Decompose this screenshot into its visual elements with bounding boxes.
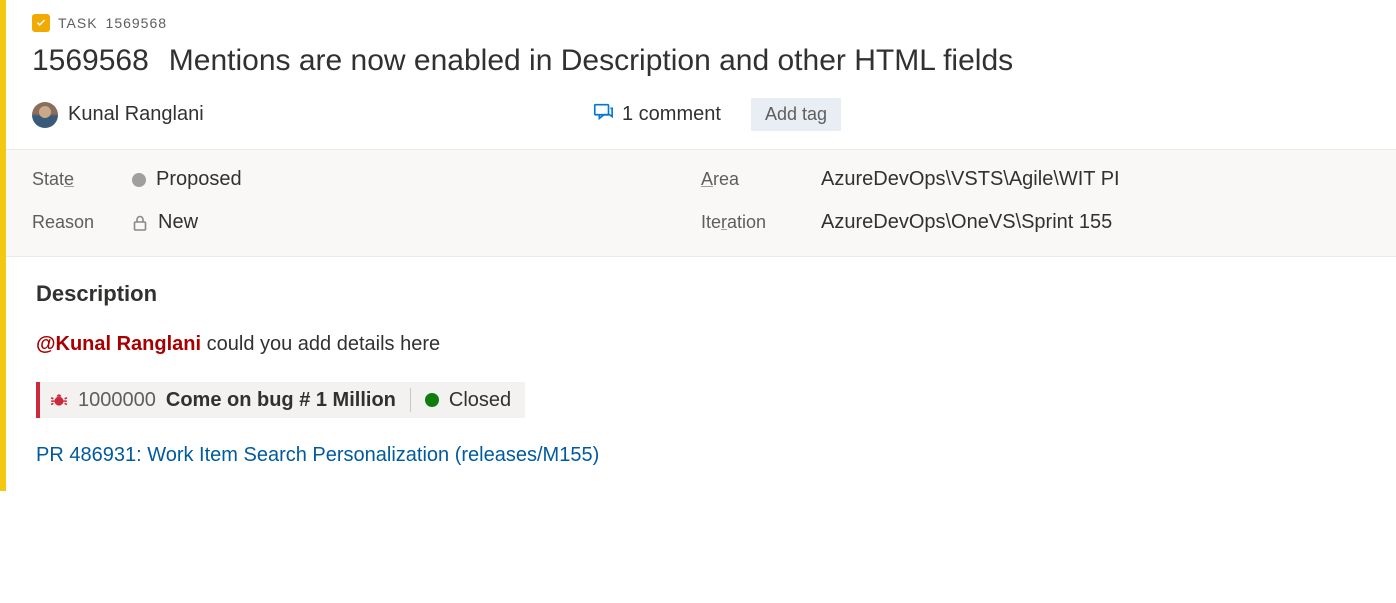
add-tag-button[interactable]: Add tag (751, 98, 841, 131)
state-dot-icon (132, 173, 146, 187)
comments-link[interactable]: 1 comment (592, 101, 721, 129)
reason-value: New (158, 211, 198, 234)
description-text: could you add details here (201, 333, 440, 355)
reason-label: Reason (32, 212, 132, 233)
work-item-header: TASK 1569568 1569568 Mentions are now en… (6, 0, 1396, 149)
task-icon (32, 14, 50, 32)
meta-row: Kunal Ranglani 1 comment Add tag (32, 98, 1370, 131)
area-label: Area (701, 169, 821, 190)
description-section: Description @Kunal Ranglani could you ad… (6, 257, 1396, 491)
linked-item-id: 1000000 (78, 389, 156, 412)
state-field[interactable]: State Proposed (32, 168, 701, 191)
linked-work-item[interactable]: 1000000 Come on bug # 1 Million Closed (36, 382, 525, 418)
breadcrumb-id: 1569568 (106, 15, 168, 31)
bug-icon (50, 391, 68, 409)
breadcrumb[interactable]: TASK 1569568 (32, 14, 1370, 32)
avatar (32, 102, 58, 128)
fields-left: State Proposed Reason New (32, 168, 701, 234)
work-item-title[interactable]: Mentions are now enabled in Description … (169, 44, 1013, 78)
iteration-value: AzureDevOps\OneVS\Sprint 155 (821, 211, 1112, 234)
description-heading: Description (36, 281, 1366, 307)
iteration-field[interactable]: Iteration AzureDevOps\OneVS\Sprint 155 (701, 211, 1370, 234)
work-item-form: TASK 1569568 1569568 Mentions are now en… (0, 0, 1396, 491)
mention-link[interactable]: @Kunal Ranglani (36, 333, 201, 355)
state-value: Proposed (156, 168, 242, 191)
fields-right: Area AzureDevOps\VSTS\Agile\WIT PI Itera… (701, 168, 1370, 234)
comments-count: 1 comment (622, 103, 721, 126)
assignee-name: Kunal Ranglani (68, 103, 204, 126)
area-field[interactable]: Area AzureDevOps\VSTS\Agile\WIT PI (701, 168, 1370, 191)
state-label: State (32, 169, 132, 190)
breadcrumb-type: TASK (58, 15, 98, 31)
state-dot-closed-icon (425, 393, 439, 407)
reason-field[interactable]: Reason New (32, 211, 701, 234)
pr-link[interactable]: PR 486931: Work Item Search Personalizat… (36, 444, 1366, 467)
linked-item-state: Closed (449, 389, 511, 412)
linked-item-title: Come on bug # 1 Million (166, 389, 396, 412)
assignee-picker[interactable]: Kunal Ranglani (32, 102, 592, 128)
title-row: 1569568 Mentions are now enabled in Desc… (32, 44, 1370, 78)
area-value: AzureDevOps\VSTS\Agile\WIT PI (821, 168, 1120, 191)
comment-icon (592, 101, 614, 129)
separator (410, 388, 411, 412)
lock-icon (132, 214, 148, 232)
work-item-id: 1569568 (32, 44, 149, 78)
fields-panel: State Proposed Reason New (6, 149, 1396, 257)
description-body[interactable]: @Kunal Ranglani could you add details he… (36, 333, 1366, 356)
iteration-label: Iteration (701, 212, 821, 233)
